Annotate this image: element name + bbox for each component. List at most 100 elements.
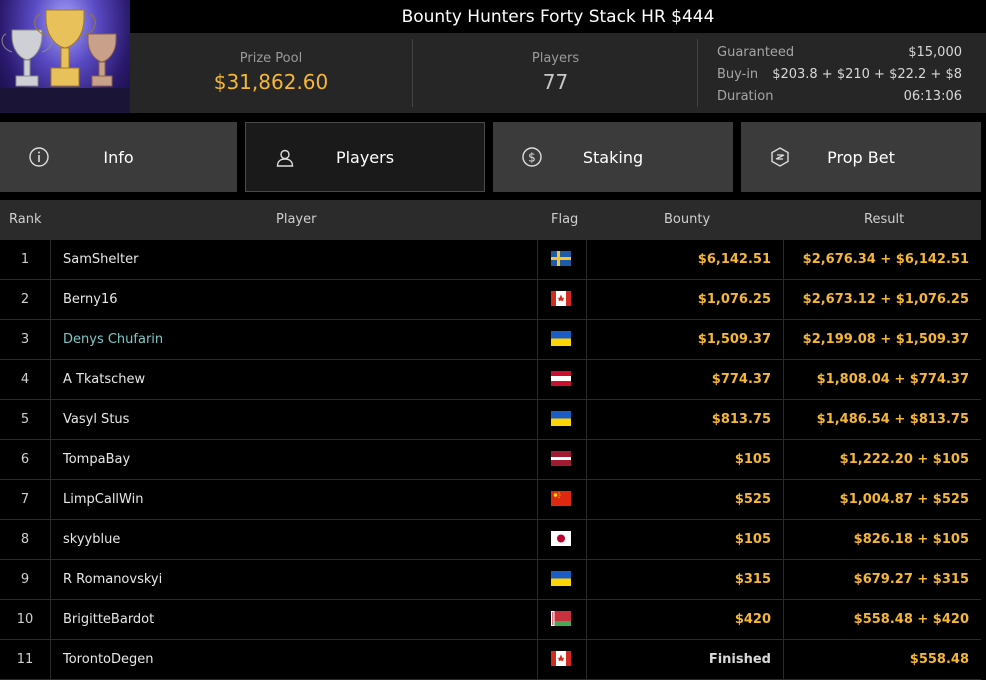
divider [412, 39, 413, 107]
flag-cell [537, 320, 586, 360]
column-divider [50, 240, 51, 280]
result-cell: $1,222.20 + $105 [839, 452, 969, 467]
tab-staking[interactable]: $ Staking [493, 122, 733, 192]
table-row[interactable]: 2 Berny16 $1,076.25 $2,673.12 + $1,076.25 [0, 280, 981, 320]
column-divider [50, 320, 51, 360]
rank-cell: 8 [20, 532, 30, 547]
bounty-cell: $315 [734, 572, 771, 587]
flag-cell [537, 560, 586, 600]
tab-staking-label: Staking [582, 147, 644, 167]
table-row[interactable]: 4 A Tkatschew $774.37 $1,808.04 + $774.37 [0, 360, 981, 400]
bounty-cell: $813.75 [711, 412, 771, 427]
latvia-flag-icon [551, 451, 571, 466]
tab-players-label: Players [335, 147, 395, 167]
divider [697, 39, 698, 107]
column-divider [50, 440, 51, 480]
austria-flag-icon [551, 371, 571, 386]
column-divider [50, 400, 51, 440]
tournament-details: Guaranteed $15,000 Buy-in $203.8 + $210 + … [717, 42, 962, 108]
result-cell: $2,199.08 + $1,509.37 [802, 332, 969, 347]
table-row[interactable]: 6 TompaBay $105 $1,222.20 + $105 [0, 440, 981, 480]
flag-cell [537, 400, 586, 440]
tab-prop-bet-label: Prop Bet [827, 147, 895, 167]
player-name: R Romanovskyi [63, 572, 163, 587]
table-row[interactable]: 1 SamShelter $6,142.51 $2,676.34 + $6,142.5… [0, 240, 981, 280]
bounty-cell: $1,076.25 [697, 292, 771, 307]
column-divider [50, 600, 51, 640]
rank-cell: 3 [20, 332, 30, 347]
tab-players[interactable]: Players [245, 122, 485, 192]
bounty-cell: $6,142.51 [697, 252, 771, 267]
result-cell: $679.27 + $315 [853, 572, 969, 587]
rank-cell: 10 [16, 612, 34, 627]
player-name: TorontoDegen [63, 652, 154, 667]
result-cell: $1,808.04 + $774.37 [816, 372, 969, 387]
guaranteed-label: Guaranteed [717, 45, 795, 60]
flag-cell [537, 600, 586, 640]
result-cell: $1,486.54 + $813.75 [816, 412, 969, 427]
result-cell: $558.48 [909, 652, 969, 667]
player-name: TompaBay [63, 452, 131, 467]
column-rank[interactable]: Rank [9, 212, 41, 227]
canada-flag-icon [551, 291, 571, 306]
rank-cell: 6 [20, 452, 30, 467]
player-name: SamShelter [63, 252, 139, 267]
tournament-stats-panel: Prize Pool $31,862.60 Players 77 Guarant… [130, 33, 986, 113]
bounty-cell: $105 [734, 452, 771, 467]
flag-cell [537, 520, 586, 560]
flag-cell [537, 360, 586, 400]
bounty-cell: $525 [734, 492, 771, 507]
flag-cell [537, 440, 586, 480]
ukraine-flag-icon [551, 571, 571, 586]
flag-cell [537, 640, 586, 680]
rank-cell: 2 [20, 292, 30, 307]
tab-bar: Info Players $ Staking Prop Bet [0, 122, 986, 192]
player-name: BrigitteBardot [63, 612, 155, 627]
column-flag[interactable]: Flag [551, 212, 578, 227]
player-name: A Tkatschew [63, 372, 146, 387]
flag-cell [537, 480, 586, 520]
tab-info-label: Info [103, 147, 134, 167]
tab-info[interactable]: Info [0, 122, 237, 192]
flag-cell [537, 240, 586, 280]
bounty-cell: Finished [708, 652, 771, 667]
prize-pool-value: $31,862.60 [213, 70, 329, 94]
table-row[interactable]: 5 Vasyl Stus $813.75 $1,486.54 + $813.75 [0, 400, 981, 440]
column-result[interactable]: Result [864, 212, 904, 227]
rank-cell: 4 [20, 372, 30, 387]
column-bounty[interactable]: Bounty [664, 212, 710, 227]
table-row[interactable]: 8 skyyblue $105 $826.18 + $105 [0, 520, 981, 560]
table-row[interactable]: 9 R Romanovskyi $315 $679.27 + $315 [0, 560, 981, 600]
ukraine-flag-icon [551, 411, 571, 426]
tournament-title: Bounty Hunters Forty Stack HR $444 [130, 0, 986, 33]
table-row[interactable]: 10 BrigitteBardot $420 $558.48 + $420 [0, 600, 981, 640]
buyin-label: Buy-in [717, 67, 759, 82]
players-label: Players [531, 51, 580, 66]
player-name[interactable]: Denys Chufarin [63, 320, 163, 360]
guaranteed-value: $15,000 [908, 45, 962, 60]
column-divider [50, 480, 51, 520]
tab-prop-bet[interactable]: Prop Bet [741, 122, 981, 192]
canada-flag-icon [551, 651, 571, 666]
table-row[interactable]: 11 TorontoDegen Finished $558.48 [0, 640, 981, 680]
prize-pool-label: Prize Pool [239, 51, 303, 66]
rank-cell: 7 [20, 492, 30, 507]
table-row[interactable]: 7 LimpCallWin $525 $1,004.87 + $525 [0, 480, 981, 520]
player-name: Berny16 [63, 292, 118, 307]
column-player[interactable]: Player [276, 212, 316, 227]
bounty-cell: $105 [734, 532, 771, 547]
column-divider [50, 520, 51, 560]
players-value: 77 [542, 70, 569, 94]
bounty-cell: $420 [734, 612, 771, 627]
players-count: Players 77 [414, 33, 697, 113]
duration-label: Duration [717, 89, 774, 104]
result-cell: $2,676.34 + $6,142.51 [802, 252, 969, 267]
table-row[interactable]: 3 Denys Chufarin $1,509.37 $2,199.08 + $1,5… [0, 320, 981, 360]
result-cell: $2,673.12 + $1,076.25 [802, 292, 969, 307]
column-divider [50, 360, 51, 400]
result-cell: $1,004.87 + $525 [839, 492, 969, 507]
buyin-value: $203.8 + $210 + $22.2 + $8 [772, 67, 962, 82]
column-divider [50, 560, 51, 600]
player-name: skyyblue [63, 532, 121, 547]
flag-cell [537, 280, 586, 320]
